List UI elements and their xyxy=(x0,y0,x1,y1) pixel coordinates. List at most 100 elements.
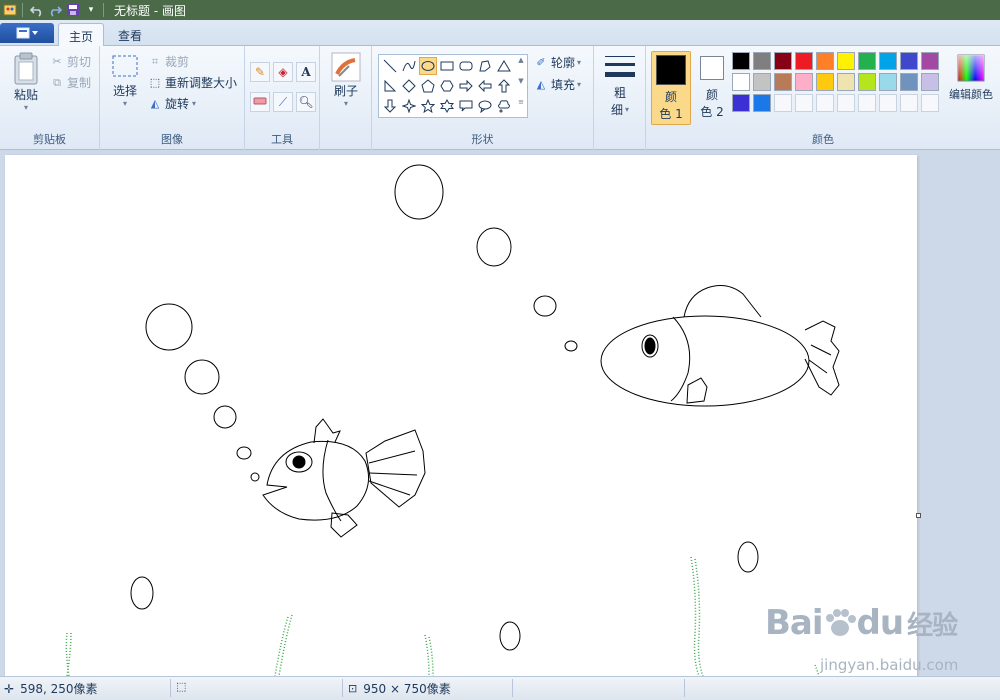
divider xyxy=(512,679,513,697)
color-swatch[interactable] xyxy=(900,52,918,70)
undo-icon[interactable] xyxy=(29,2,45,18)
shape-up-arrow[interactable] xyxy=(495,77,513,95)
magnifier-tool[interactable]: 🔍︎ xyxy=(296,92,316,112)
shape-cloud-callout[interactable] xyxy=(495,97,513,115)
color-swatch[interactable] xyxy=(921,73,939,91)
color-swatch[interactable] xyxy=(732,73,750,91)
shape-rect-callout[interactable] xyxy=(457,97,475,115)
shape-four-point-star[interactable] xyxy=(400,97,418,115)
size-button[interactable]: 粗 细 ▾ xyxy=(602,54,638,118)
shape-pentagon[interactable] xyxy=(419,77,437,95)
color-swatch[interactable] xyxy=(795,52,813,70)
color-spectrum-icon xyxy=(957,54,985,82)
color-swatch[interactable] xyxy=(753,52,771,70)
watermark-url: jingyan.baidu.com xyxy=(820,656,959,674)
shapes-gallery: ▲ ▼ ≡ xyxy=(378,54,528,118)
select-button[interactable]: 选择 ▾ xyxy=(108,52,142,108)
color-swatch[interactable] xyxy=(900,73,918,91)
rotate-button[interactable]: ◭ 旋转 ▾ xyxy=(148,95,196,112)
resize-button[interactable]: ⬚ 重新调整大小 xyxy=(148,74,237,91)
divider xyxy=(684,679,685,697)
save-icon[interactable] xyxy=(65,2,81,18)
diamond-icon xyxy=(402,79,416,93)
shape-right-arrow[interactable] xyxy=(457,77,475,95)
chevron-down-icon: ▾ xyxy=(192,99,197,108)
brushes-button[interactable]: 刷子 ▾ xyxy=(328,52,364,108)
color-swatch[interactable] xyxy=(837,73,855,91)
shape-down-arrow[interactable] xyxy=(381,97,399,115)
custom-color-slot[interactable] xyxy=(858,94,876,112)
shapes-scroll-down[interactable]: ▼ xyxy=(516,77,526,95)
chevron-down-icon: ▾ xyxy=(343,99,348,108)
custom-color-slot[interactable] xyxy=(900,94,918,112)
color-swatch[interactable] xyxy=(816,73,834,91)
cut-button[interactable]: ✂ 剪切 xyxy=(50,53,91,70)
workspace: Bai du 经验 jingyan.baidu.com xyxy=(0,151,1000,676)
custom-color-slot[interactable] xyxy=(921,94,939,112)
eraser-tool[interactable] xyxy=(250,92,270,112)
color-swatch[interactable] xyxy=(921,52,939,70)
redo-icon[interactable] xyxy=(47,2,63,18)
color-swatch[interactable] xyxy=(795,73,813,91)
color-swatch[interactable] xyxy=(879,73,897,91)
custom-color-slot[interactable] xyxy=(795,94,813,112)
paste-button[interactable]: 粘贴 ▾ xyxy=(8,52,44,112)
tab-view[interactable]: 查看 xyxy=(108,23,152,46)
color-picker-tool[interactable]: ⟋ xyxy=(273,92,293,112)
shape-right-triangle[interactable] xyxy=(381,77,399,95)
shapes-more[interactable]: ≡ xyxy=(516,98,526,116)
color-swatch[interactable] xyxy=(774,73,792,91)
selection-icon: ⬚ xyxy=(176,680,187,693)
fill-button[interactable]: ◭ 填充 ▾ xyxy=(534,76,581,93)
copy-button[interactable]: ⧉ 复制 xyxy=(50,74,91,91)
crop-button[interactable]: ⌗ 裁剪 xyxy=(148,53,189,70)
shape-hexagon[interactable] xyxy=(438,77,456,95)
custom-color-slot[interactable] xyxy=(816,94,834,112)
color-swatch[interactable] xyxy=(732,52,750,70)
customize-quick-access-icon[interactable]: ▾ xyxy=(83,2,99,18)
canvas-resize-handle[interactable] xyxy=(916,513,921,518)
shape-oval-callout[interactable] xyxy=(476,97,494,115)
shape-polygon[interactable] xyxy=(476,57,494,75)
outline-button[interactable]: ✐ 轮廓 ▾ xyxy=(534,54,581,71)
color-swatch[interactable] xyxy=(858,52,876,70)
fill-tool[interactable]: ◈ xyxy=(273,62,293,82)
drawing-canvas[interactable] xyxy=(5,155,917,676)
size-group: 粗 细 ▾ xyxy=(594,46,646,150)
shape-curve[interactable] xyxy=(400,57,418,75)
text-tool[interactable]: A xyxy=(296,62,316,82)
color-swatch[interactable] xyxy=(858,73,876,91)
shape-triangle[interactable] xyxy=(495,57,513,75)
title-bar: ▾ 无标题 - 画图 xyxy=(0,0,1000,20)
shape-diamond[interactable] xyxy=(400,77,418,95)
custom-color-slot[interactable] xyxy=(837,94,855,112)
shape-oval[interactable] xyxy=(419,57,437,75)
paint-menu-button[interactable] xyxy=(0,23,54,43)
shape-rounded-rectangle[interactable] xyxy=(457,57,475,75)
rectangle-icon xyxy=(440,61,454,71)
color-swatch[interactable] xyxy=(732,94,750,112)
custom-color-slot[interactable] xyxy=(774,94,792,112)
tab-home[interactable]: 主页 xyxy=(58,23,105,46)
color-swatch[interactable] xyxy=(837,52,855,70)
color-swatch[interactable] xyxy=(753,73,771,91)
bubble xyxy=(130,576,154,610)
shapes-scroll-up[interactable]: ▲ xyxy=(516,56,526,74)
color-swatch[interactable] xyxy=(879,52,897,70)
shape-five-point-star[interactable] xyxy=(419,97,437,115)
color-swatch[interactable] xyxy=(816,52,834,70)
pencil-tool[interactable]: ✎ xyxy=(250,62,270,82)
color-swatch[interactable] xyxy=(753,94,771,112)
shape-left-arrow[interactable] xyxy=(476,77,494,95)
edit-colors-button[interactable]: 编辑颜色 xyxy=(946,54,996,102)
color-swatch[interactable] xyxy=(774,52,792,70)
shape-line[interactable] xyxy=(381,57,399,75)
color2-button[interactable]: 颜 色 2 xyxy=(696,51,728,125)
custom-color-slot[interactable] xyxy=(879,94,897,112)
clipboard-icon xyxy=(14,52,38,85)
paint-app-icon[interactable] xyxy=(2,2,18,18)
shape-rectangle[interactable] xyxy=(438,57,456,75)
shape-six-point-star[interactable] xyxy=(438,97,456,115)
color1-button[interactable]: 颜 色 1 xyxy=(651,51,691,125)
rotate-icon: ◭ xyxy=(150,97,160,110)
